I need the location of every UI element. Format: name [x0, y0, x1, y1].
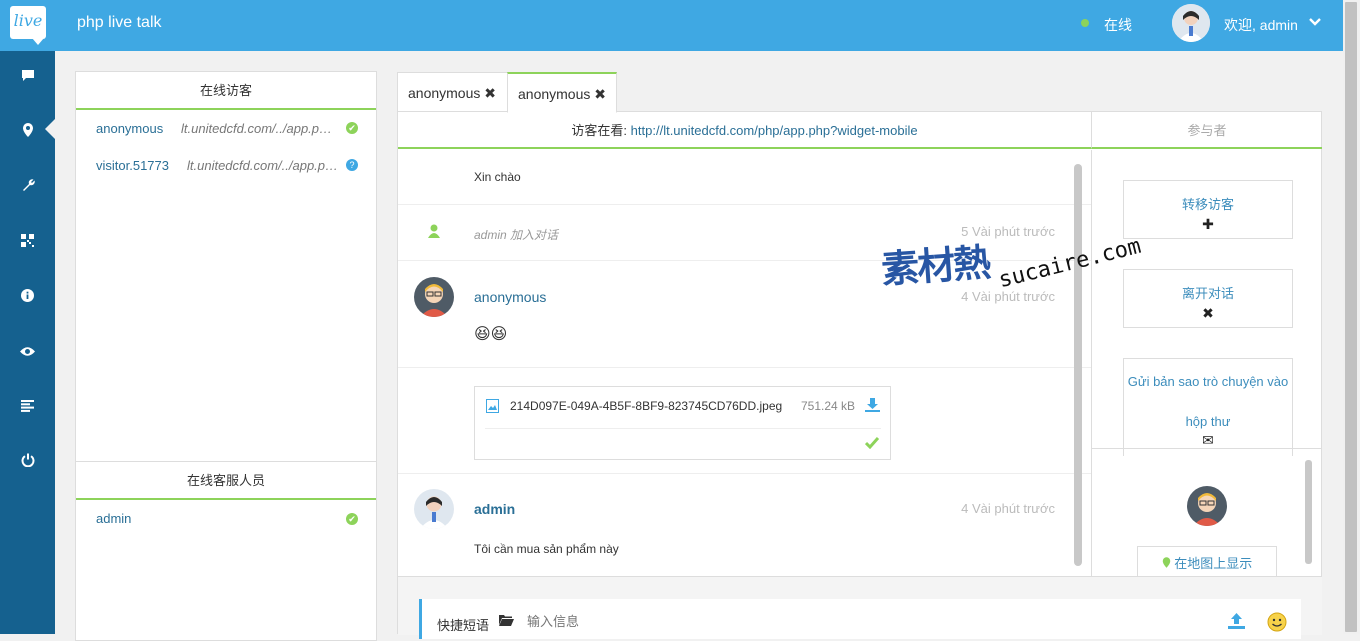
- user-icon: [428, 224, 440, 241]
- plus-icon: ✚: [1202, 216, 1214, 232]
- app-title: php live talk: [77, 14, 162, 31]
- participant-avatar: [1187, 486, 1227, 526]
- online-operators-panel: 在线客服人员 admin ✔: [75, 461, 377, 641]
- message-author[interactable]: anonymous: [474, 289, 546, 305]
- message-input[interactable]: [527, 611, 1177, 631]
- chevron-down-icon[interactable]: [1308, 14, 1322, 31]
- leave-label: 离开对话: [1181, 286, 1234, 301]
- tab-label: anonymous: [518, 86, 591, 102]
- visitor-name[interactable]: visitor.51773: [96, 158, 169, 173]
- quick-phrases-label[interactable]: 快捷短语: [437, 615, 489, 634]
- file-message: 214D097E-049A-4B5F-8BF9-823745CD76DD.jpe…: [398, 368, 1091, 474]
- visitor-avatar: [414, 277, 454, 317]
- transfer-visitor-button[interactable]: 转移访客 ✚: [1123, 180, 1293, 239]
- admin-avatar: [414, 489, 454, 529]
- visiting-label: 访客在看:: [571, 123, 628, 138]
- qrcode-icon[interactable]: [0, 230, 55, 254]
- visitor-url: lt.unitedcfd.com/../app.php: [181, 121, 333, 136]
- envelope-icon: ✉: [1202, 432, 1214, 448]
- map-pin-icon: [1162, 556, 1175, 571]
- close-icon[interactable]: ✖: [484, 85, 496, 101]
- file-name[interactable]: 214D097E-049A-4B5F-8BF9-823745CD76DD.jpe…: [510, 399, 782, 413]
- file-size: 751.24 kB: [801, 399, 856, 413]
- watermark-logo: 素材熱: [879, 242, 991, 292]
- visitor-url: lt.unitedcfd.com/../app.php: [187, 158, 339, 173]
- join-text: admin 加入对话: [474, 228, 559, 242]
- online-visitors-title: 在线访客: [76, 72, 376, 110]
- message-scrollbar[interactable]: [1074, 164, 1082, 566]
- email-label-line2: hộp thư: [1185, 414, 1231, 429]
- folder-icon[interactable]: [499, 614, 514, 629]
- visitor-page-bar: 访客在看: http://lt.unitedcfd.com/php/app.ph…: [398, 112, 1091, 149]
- wrench-icon[interactable]: [0, 175, 55, 199]
- message-time: 4 Vài phút trước: [961, 501, 1055, 516]
- close-icon: ✖: [1202, 305, 1214, 321]
- check-circle-icon: ✔: [346, 513, 358, 525]
- tab-chat-2[interactable]: anonymous ✖: [507, 72, 617, 113]
- user-avatar[interactable]: [1172, 4, 1210, 42]
- welcome-user-label[interactable]: 欢迎, admin: [1224, 15, 1298, 35]
- divider: [1092, 448, 1322, 449]
- visiting-url-link[interactable]: http://lt.unitedcfd.com/php/app.php?widg…: [631, 123, 918, 138]
- page-scrollbar-thumb[interactable]: [1345, 2, 1357, 632]
- power-icon[interactable]: [0, 450, 55, 474]
- map-label: 在地图上显示: [1174, 556, 1253, 571]
- top-bar: live php live talk 在线 欢迎, admin: [0, 0, 1343, 51]
- message-list[interactable]: Xin chào admin 加入对话 5 Vài phút trước ano…: [398, 150, 1091, 576]
- message-item: Xin chào: [398, 150, 1091, 205]
- tab-chat-1[interactable]: anonymous ✖: [397, 72, 508, 112]
- chat-window: 访客在看: http://lt.unitedcfd.com/php/app.ph…: [397, 111, 1322, 639]
- email-label-line1: Gửi bản sao trò chuyện vào: [1127, 374, 1289, 389]
- online-operators-title: 在线客服人员: [76, 462, 376, 500]
- operator-name[interactable]: admin: [96, 511, 131, 526]
- download-icon[interactable]: [865, 398, 880, 415]
- message-item: admin 4 Vài phút trước Tôi cần mua sản p…: [398, 474, 1091, 576]
- upload-icon[interactable]: [1228, 613, 1245, 632]
- online-visitors-panel: 在线访客 anonymous lt.unitedcfd.com/../app.p…: [75, 71, 377, 463]
- question-circle-icon: ?: [346, 159, 358, 171]
- operator-row[interactable]: admin ✔: [76, 500, 376, 537]
- transfer-label: 转移访客: [1181, 197, 1234, 212]
- message-input-box[interactable]: 快捷短语: [419, 599, 1301, 639]
- input-area: 快捷短语: [398, 576, 1322, 639]
- list-icon[interactable]: [0, 395, 55, 419]
- sidebar: [0, 51, 55, 634]
- online-status-dot: [1081, 19, 1089, 27]
- file-attachment-card[interactable]: 214D097E-049A-4B5F-8BF9-823745CD76DD.jpe…: [474, 386, 891, 460]
- active-indicator: [45, 119, 55, 139]
- close-icon[interactable]: ✖: [594, 86, 606, 102]
- divider: [485, 428, 881, 429]
- smile-icon[interactable]: [1267, 612, 1287, 635]
- visitor-name[interactable]: anonymous: [96, 121, 163, 136]
- check-circle-icon: ✔: [346, 122, 358, 134]
- message-text: Tôi cần mua sản phẩm này: [474, 542, 619, 556]
- participants-scrollbar[interactable]: [1305, 460, 1312, 564]
- info-icon[interactable]: [0, 285, 55, 309]
- app-logo[interactable]: live: [10, 6, 46, 45]
- show-on-map-button[interactable]: 在地图上显示: [1137, 546, 1277, 576]
- eye-icon[interactable]: [0, 340, 55, 364]
- tab-label: anonymous: [408, 85, 481, 101]
- message-author[interactable]: admin: [474, 501, 515, 517]
- emoji-message: 😆😆: [474, 326, 508, 343]
- visitor-row[interactable]: visitor.51773 lt.unitedcfd.com/../app.ph…: [76, 147, 376, 184]
- message-text: Xin chào: [474, 170, 521, 184]
- chat-icon[interactable]: [0, 65, 55, 89]
- email-transcript-button[interactable]: Gửi bản sao trò chuyện vào hộp thư ✉: [1123, 358, 1293, 456]
- check-icon: [864, 437, 880, 452]
- leave-chat-button[interactable]: 离开对话 ✖: [1123, 269, 1293, 328]
- online-status-label[interactable]: 在线: [1104, 15, 1132, 35]
- participants-title: 参与者: [1091, 112, 1322, 149]
- visitor-row[interactable]: anonymous lt.unitedcfd.com/../app.php ✔: [76, 110, 376, 147]
- participants-panel: 转移访客 ✚ 离开对话 ✖ Gửi bản sao trò chuyện vào…: [1091, 150, 1322, 576]
- image-file-icon: [486, 399, 499, 416]
